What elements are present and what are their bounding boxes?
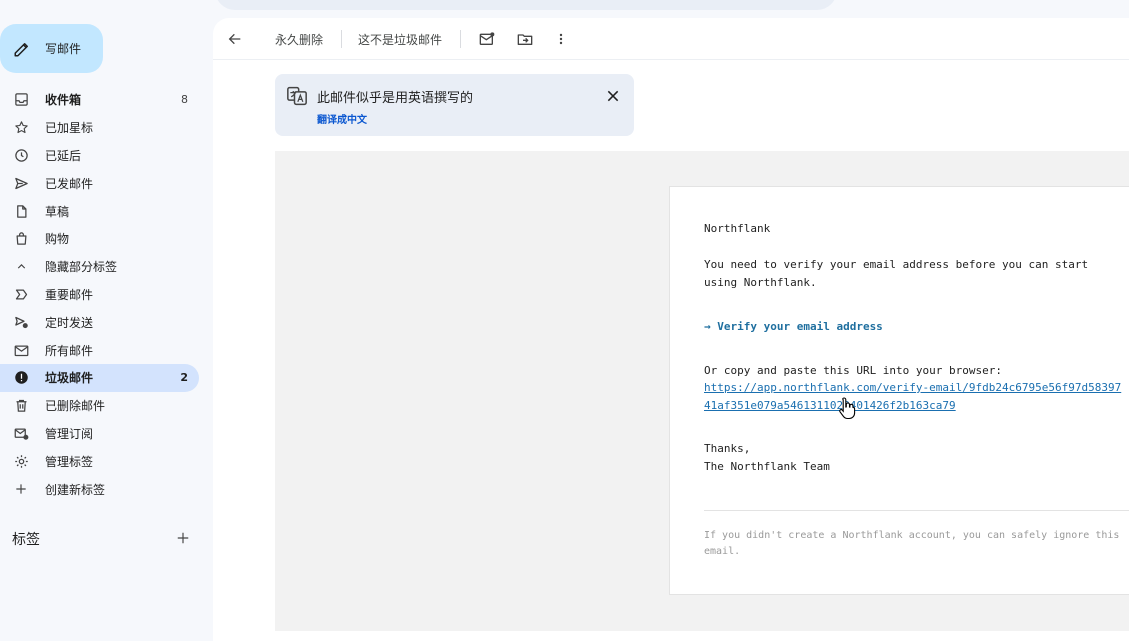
- spam-icon: [13, 370, 29, 386]
- sidebar-item-label: 重要邮件: [45, 287, 94, 302]
- closing-line: Thanks,: [704, 442, 751, 455]
- mark-unread-icon: [479, 32, 495, 45]
- compose-button[interactable]: 写邮件: [0, 24, 103, 73]
- sidebar-item-label: 购物: [45, 232, 70, 247]
- sidebar-item-important[interactable]: 重要邮件: [0, 281, 199, 309]
- footer-divider: [704, 510, 1129, 511]
- sidebar-item-label: 已延后: [45, 148, 82, 163]
- sidebar-item-starred[interactable]: 已加星标: [0, 114, 199, 142]
- sidebar-item-label: 已删除邮件: [45, 399, 106, 414]
- sidebar-item-label: 所有邮件: [45, 343, 94, 358]
- sidebar: 写邮件 收件箱 8 已加星标 已延后 已发邮件 草稿 购物 隐藏部分标签 重要邮…: [0, 0, 212, 641]
- more-options-button[interactable]: [555, 28, 567, 50]
- body-text-line: You need to verify your email address be…: [704, 258, 1089, 271]
- signature-line: The Northflank Team: [704, 460, 830, 473]
- mark-unread-button[interactable]: [479, 28, 495, 50]
- folder-move-icon: [517, 34, 533, 45]
- sidebar-item-sent[interactable]: 已发邮件: [0, 169, 199, 197]
- shopping-icon: [13, 231, 29, 247]
- sender-line: Northflank: [704, 222, 771, 235]
- sidebar-item-drafts[interactable]: 草稿: [0, 197, 199, 225]
- sidebar-item-label: 草稿: [45, 204, 70, 219]
- email-content-card: Northflank You need to verify your email…: [669, 186, 1129, 595]
- move-to-button[interactable]: [517, 28, 533, 50]
- send-icon: [13, 175, 29, 191]
- search-bar[interactable]: [215, 0, 837, 10]
- translate-banner: 此邮件似乎是用英语撰写的 翻译成中文: [275, 74, 634, 136]
- sidebar-item-inbox[interactable]: 收件箱 8: [0, 86, 199, 114]
- copy-url-instruction: Or copy and paste this URL into your bro…: [704, 364, 1003, 377]
- important-icon: [13, 286, 29, 302]
- scheduled-send-icon: [13, 314, 29, 330]
- translate-link[interactable]: 翻译成中文: [317, 111, 367, 126]
- email-body-container: Northflank You need to verify your email…: [275, 151, 1129, 631]
- pencil-icon: [14, 43, 28, 57]
- chevron-up-icon: [13, 259, 29, 275]
- verify-url-link[interactable]: 41af351e079a5461311028401426f2b163ca79: [704, 397, 956, 415]
- sidebar-item-label: 隐藏部分标签: [45, 260, 118, 275]
- sidebar-item-trash[interactable]: 已删除邮件: [0, 392, 199, 420]
- compose-label: 写邮件: [45, 42, 82, 56]
- sidebar-item-shopping[interactable]: 购物: [0, 225, 199, 253]
- sidebar-item-all-mail[interactable]: 所有邮件: [0, 336, 199, 364]
- clock-icon: [13, 147, 29, 163]
- sidebar-item-label: 定时发送: [45, 315, 94, 330]
- sidebar-item-less[interactable]: 隐藏部分标签: [0, 253, 199, 281]
- sidebar-item-label: 已加星标: [45, 121, 94, 136]
- sidebar-item-label: 已发邮件: [45, 176, 94, 191]
- more-vert-icon: [559, 33, 563, 45]
- back-button[interactable]: [227, 28, 243, 50]
- not-spam-button[interactable]: 这不是垃圾邮件: [358, 28, 442, 50]
- delete-forever-button[interactable]: 永久删除: [275, 28, 323, 50]
- sidebar-item-snoozed[interactable]: 已延后: [0, 142, 199, 170]
- unread-count: 2: [180, 371, 188, 385]
- footer-text: If you didn't create a Northflank accoun…: [704, 530, 1120, 541]
- draft-icon: [13, 203, 29, 219]
- star-icon: [13, 120, 29, 136]
- translate-message: 此邮件似乎是用英语撰写的: [317, 91, 474, 106]
- sidebar-item-scheduled[interactable]: 定时发送: [0, 308, 199, 336]
- sidebar-item-label: 创建新标签: [45, 482, 106, 497]
- sidebar-item-label: 收件箱: [45, 93, 82, 108]
- labels-section-header: 标签: [12, 529, 192, 549]
- toolbar-divider: [460, 30, 461, 48]
- translate-icon: [287, 86, 307, 110]
- plus-icon: [13, 481, 29, 497]
- sidebar-item-subscriptions[interactable]: 管理订阅: [0, 420, 199, 448]
- main-panel: 永久删除 这不是垃圾邮件 此邮件似乎是用英语撰写的 翻译成中文 Northfla…: [213, 18, 1129, 641]
- sidebar-item-label: 管理标签: [45, 454, 94, 469]
- gear-icon: [13, 453, 29, 469]
- plus-icon: [177, 532, 189, 544]
- sidebar-item-manage-labels[interactable]: 管理标签: [0, 447, 199, 475]
- all-mail-icon: [13, 342, 29, 358]
- nav-list: 收件箱 8 已加星标 已延后 已发邮件 草稿 购物 隐藏部分标签 重要邮件 定时…: [0, 86, 199, 503]
- message-toolbar: 永久删除 这不是垃圾邮件: [213, 18, 1129, 60]
- inbox-icon: [13, 92, 29, 108]
- sidebar-item-spam[interactable]: 垃圾邮件 2: [0, 363, 199, 392]
- arrow-left-icon: [228, 33, 241, 45]
- toolbar-divider: [341, 30, 342, 48]
- labels-title: 标签: [12, 532, 40, 548]
- sidebar-item-label: 管理订阅: [45, 426, 94, 441]
- close-icon[interactable]: [606, 88, 620, 102]
- hand-cursor-icon: [838, 396, 856, 424]
- subscriptions-icon: [13, 425, 29, 441]
- body-text-line: using Northflank.: [704, 276, 817, 289]
- trash-icon: [13, 398, 29, 414]
- sidebar-item-label: 垃圾邮件: [45, 371, 94, 386]
- sidebar-item-create-label[interactable]: 创建新标签: [0, 475, 199, 503]
- add-label-button[interactable]: [174, 529, 192, 547]
- verify-url-link[interactable]: https://app.northflank.com/verify-email/…: [704, 379, 1121, 397]
- footer-text: email.: [704, 546, 741, 557]
- unread-count: 8: [181, 93, 188, 107]
- verify-email-link[interactable]: → Verify your email address: [704, 318, 883, 336]
